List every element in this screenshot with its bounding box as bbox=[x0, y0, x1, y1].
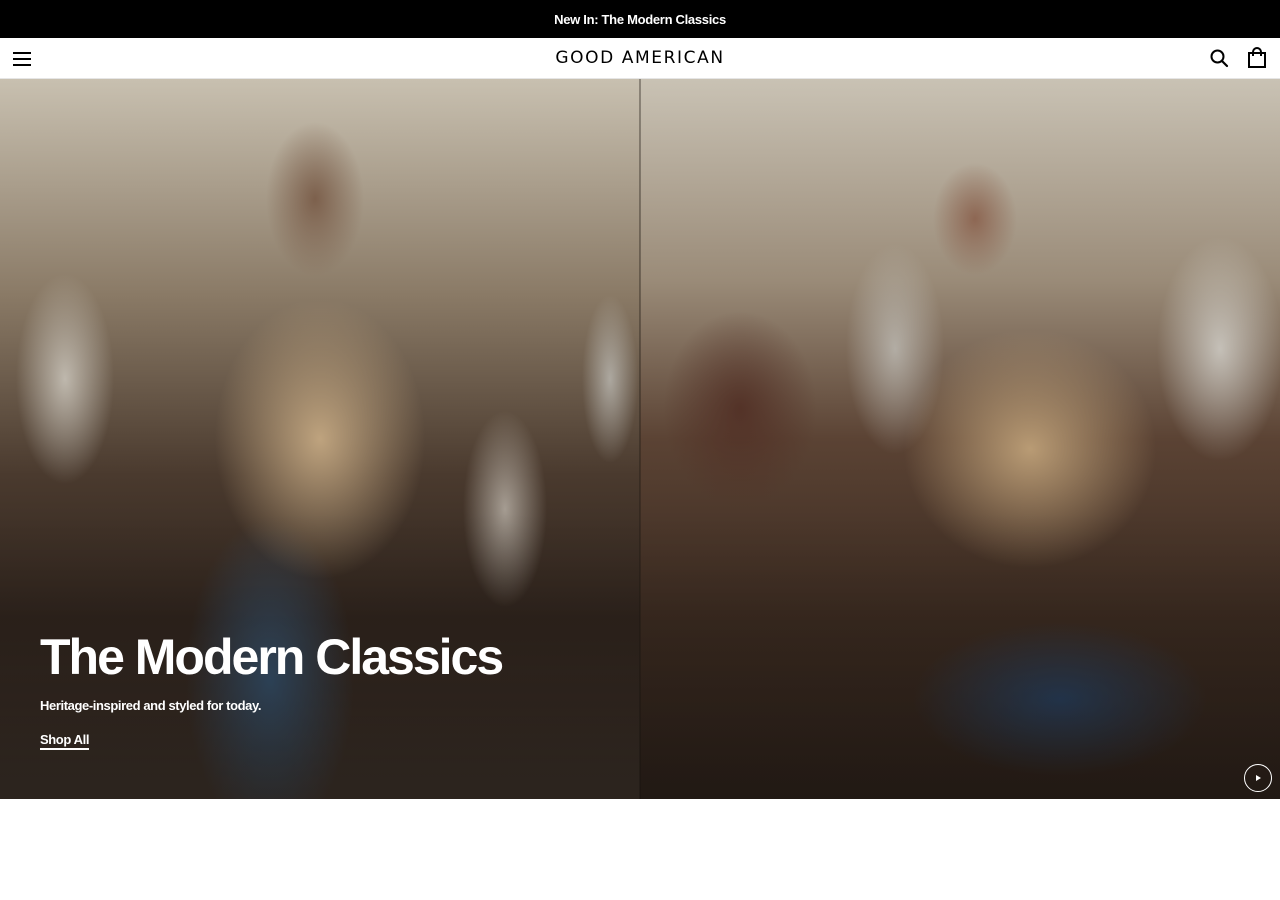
cart-button[interactable] bbox=[1247, 47, 1267, 69]
content-area bbox=[0, 799, 1280, 900]
hero-subtitle: Heritage-inspired and styled for today. bbox=[40, 698, 262, 713]
announcement-text[interactable]: New In: The Modern Classics bbox=[554, 12, 726, 27]
shop-all-link[interactable]: Shop All bbox=[40, 732, 89, 750]
search-icon bbox=[1210, 49, 1229, 68]
play-video-button[interactable] bbox=[1244, 764, 1272, 792]
search-button[interactable] bbox=[1209, 48, 1229, 68]
hero-overlay bbox=[0, 79, 1280, 799]
brand-logo[interactable]: GOOD AMERICAN bbox=[555, 48, 724, 68]
menu-button[interactable] bbox=[12, 49, 32, 69]
announcement-bar[interactable]: New In: The Modern Classics bbox=[0, 0, 1280, 38]
hamburger-menu-icon bbox=[13, 52, 31, 66]
play-icon bbox=[1256, 775, 1261, 781]
site-header: GOOD AMERICAN bbox=[0, 38, 1280, 79]
logo-wrapper: GOOD AMERICAN bbox=[0, 38, 1280, 78]
hero-title: The Modern Classics bbox=[40, 629, 504, 685]
shopping-bag-icon bbox=[1248, 47, 1266, 68]
hero-banner[interactable]: The Modern Classics Heritage-inspired an… bbox=[0, 79, 1280, 799]
